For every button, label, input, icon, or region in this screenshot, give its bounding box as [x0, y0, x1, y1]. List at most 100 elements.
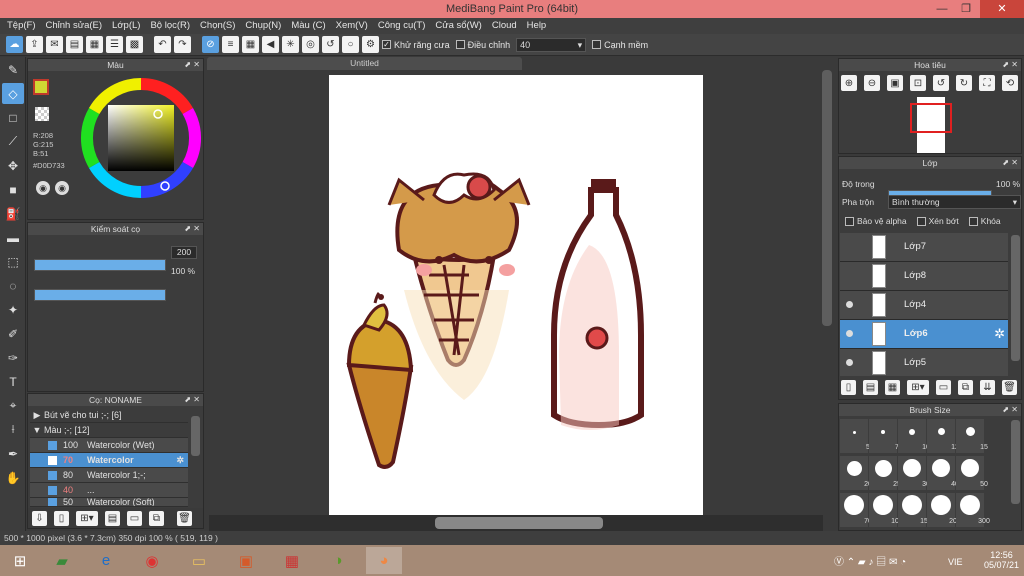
app-icon[interactable]: ▦: [274, 547, 310, 574]
text-tool-icon[interactable]: T: [2, 371, 24, 392]
no-snap-icon[interactable]: ⊘: [202, 36, 219, 53]
vertical-scrollbar[interactable]: [822, 70, 832, 326]
parallel-snap-icon[interactable]: ≡: [222, 36, 239, 53]
document-tab[interactable]: Untitled: [207, 57, 522, 70]
brush-size-option[interactable]: 7: [869, 419, 899, 453]
menu-capture[interactable]: Chụp(N): [240, 18, 286, 34]
adjust-checkbox[interactable]: [455, 40, 465, 49]
brush-size-option[interactable]: 40: [927, 456, 959, 490]
tray-icons[interactable]: Ⓥ ⌃ ▰ ♪ ▤ ✉ ◔: [834, 553, 906, 568]
menu-filter[interactable]: Bộ lọc(R): [145, 18, 195, 34]
brush-size-option[interactable]: 150: [898, 493, 932, 527]
office-icon[interactable]: ▣: [228, 547, 264, 574]
panel-close-icon[interactable]: ⬈ ✕: [1002, 404, 1018, 416]
visibility-icon[interactable]: [846, 330, 853, 337]
blend-select[interactable]: Bình thường ▾: [888, 195, 1021, 209]
brush-group[interactable]: ▶ Bút vẽ cho tui ;-; [6]: [30, 408, 188, 423]
layer-scrollbar[interactable]: [1011, 235, 1020, 361]
new-halftone-layer-icon[interactable]: ▤: [863, 379, 878, 395]
new-layer-icon[interactable]: ▯: [841, 379, 856, 395]
lasso-tool-icon[interactable]: ◌: [2, 275, 24, 296]
chrome-icon[interactable]: ◉: [134, 547, 170, 574]
trash-icon[interactable]: 🗑: [177, 510, 192, 526]
brush-size-slider[interactable]: [34, 259, 166, 271]
windows-start-icon[interactable]: ⊞: [2, 547, 38, 574]
brush-size-option[interactable]: 20: [840, 456, 872, 490]
eyedropper-icon[interactable]: ⟊: [2, 419, 24, 440]
color-wheel[interactable]: [79, 76, 203, 200]
select-pen-icon[interactable]: ✐: [2, 323, 24, 344]
visibility-icon[interactable]: [846, 359, 853, 366]
undo-icon[interactable]: ↶: [154, 36, 171, 53]
layer-row[interactable]: Lớp5: [840, 349, 1008, 376]
brush-item[interactable]: 50 Watercolor (Soft): [30, 498, 188, 507]
vanishing-snap-icon[interactable]: ◀: [262, 36, 279, 53]
brush-size-option[interactable]: 25: [869, 456, 901, 490]
document-icon[interactable]: ▦: [86, 36, 103, 53]
bucket-tool-icon[interactable]: ⛽: [2, 203, 24, 224]
canvas-paper[interactable]: [329, 75, 703, 515]
gear-icon[interactable]: ✲: [176, 455, 184, 466]
brush-size-scrollbar[interactable]: [1011, 420, 1020, 504]
expand-icon[interactable]: ▶: [30, 410, 44, 421]
lock-toggle[interactable]: Khóa: [968, 216, 1001, 227]
palette-icon[interactable]: ◉: [36, 181, 50, 195]
list-icon[interactable]: ☰: [106, 36, 123, 53]
adjust-input[interactable]: 40 ▾: [516, 37, 587, 52]
brush-item[interactable]: 80 Watercolor 1;-;: [30, 468, 188, 483]
new-brush-icon[interactable]: ▯: [54, 510, 69, 526]
gear-icon[interactable]: ✲: [994, 326, 1005, 342]
menu-view[interactable]: Xem(V): [331, 18, 373, 34]
brush-size-option[interactable]: 300: [956, 493, 990, 527]
antialias-checkbox[interactable]: ✓: [382, 40, 391, 49]
brush-size-option[interactable]: 12: [927, 419, 959, 453]
brush-item[interactable]: 70 Watercolor ✲: [30, 453, 188, 468]
reset-rotation-icon[interactable]: ⟲: [1002, 75, 1018, 91]
brush-group[interactable]: ▼ Màu ;-; [12]: [30, 423, 188, 438]
brush-size-option[interactable]: 100: [869, 493, 903, 527]
brush-tool-icon[interactable]: ✎: [2, 59, 24, 80]
antialias-toggle[interactable]: ✓ Khử răng cưa: [382, 40, 450, 50]
settings-snap-icon[interactable]: ⚙: [362, 36, 379, 53]
brush-item[interactable]: 100 Watercolor (Wet): [30, 438, 188, 453]
new-8bit-layer-icon[interactable]: ▦: [885, 379, 900, 395]
divide-tool-icon[interactable]: ⌖: [2, 395, 24, 416]
minimize-button[interactable]: —: [930, 0, 954, 18]
panel-close-icon[interactable]: ⬈ ✕: [184, 394, 200, 406]
menu-window[interactable]: Cửa sổ(W): [430, 18, 486, 34]
magic-wand-icon[interactable]: ✦: [2, 299, 24, 320]
trash-icon[interactable]: 🗑: [1002, 379, 1017, 395]
brush-item[interactable]: 40...: [30, 483, 188, 498]
brush-size-option[interactable]: 70: [840, 493, 872, 527]
share-icon[interactable]: ⇪: [26, 36, 43, 53]
restore-button[interactable]: ❐: [954, 0, 978, 18]
folder-icon[interactable]: ▭: [127, 510, 142, 526]
snap-checkbox[interactable]: [592, 40, 602, 49]
menu-select[interactable]: Chọn(S): [195, 18, 240, 34]
brush-size-value[interactable]: 200: [171, 246, 197, 259]
brush-doc-icon[interactable]: ▤: [105, 510, 120, 526]
navigator-viewport[interactable]: [910, 103, 952, 133]
concentric-snap-icon[interactable]: ◎: [302, 36, 319, 53]
fill-shape-tool-icon[interactable]: ■: [2, 179, 24, 200]
panel-close-icon[interactable]: ⬈ ✕: [1002, 157, 1018, 169]
language-indicator[interactable]: VIE: [948, 557, 963, 567]
dot-tool-icon[interactable]: ⟋: [2, 131, 24, 152]
app2-icon[interactable]: ◑: [320, 547, 356, 574]
zoom-out-icon[interactable]: ⊖: [864, 75, 880, 91]
close-button[interactable]: ✕: [980, 0, 1024, 18]
cross-snap-icon[interactable]: ▦: [242, 36, 259, 53]
layer-row[interactable]: Lớp6 ✲: [840, 320, 1008, 349]
fullscreen-icon[interactable]: ⛶: [979, 75, 995, 91]
clock[interactable]: 12:56 05/07/21: [984, 550, 1019, 570]
circle-snap-icon[interactable]: ○: [342, 36, 359, 53]
menu-layer[interactable]: Lớp(L): [107, 18, 145, 34]
actual-size-icon[interactable]: ⊡: [910, 75, 926, 91]
chevron-down-icon[interactable]: ▾: [578, 39, 583, 51]
rotate-left-icon[interactable]: ↺: [933, 75, 949, 91]
comment-icon[interactable]: ✉: [46, 36, 63, 53]
add-layer-menu-icon[interactable]: ⊞▾: [907, 379, 929, 395]
brush-opacity-slider[interactable]: [34, 289, 166, 301]
add-brush-icon[interactable]: ⊞▾: [76, 510, 98, 526]
horizontal-scrollbar[interactable]: [435, 517, 603, 529]
